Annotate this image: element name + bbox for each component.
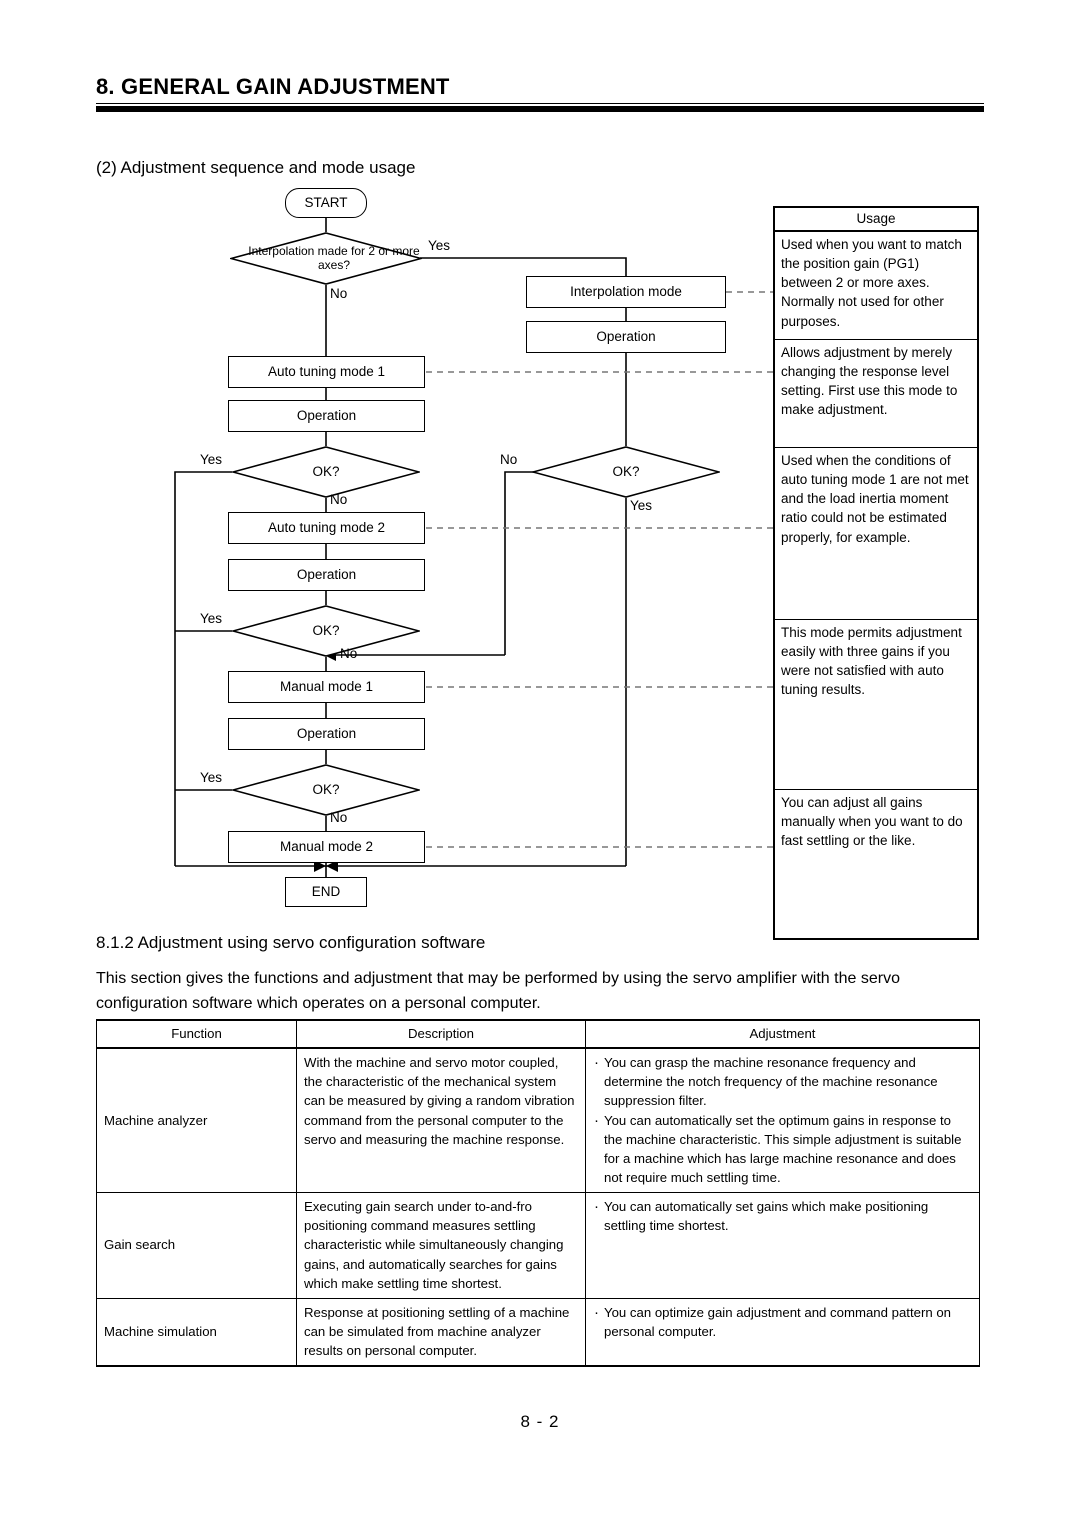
section-item-label: (2) Adjustment sequence and mode usage — [96, 158, 416, 177]
flow-decision-interpolation-label: Interpolation made for 2 or more axes? — [248, 244, 420, 272]
flow-node-start-label: START — [304, 195, 348, 211]
flow-decision-ok-2-label: OK? — [312, 623, 340, 639]
flow-node-auto-tuning-mode-1-label: Auto tuning mode 1 — [267, 364, 386, 380]
table-header-row: Function Description Adjustment — [96, 1018, 980, 1050]
column-header-function: Function — [96, 1018, 297, 1050]
cell-function: Machine simulation — [96, 1297, 297, 1368]
edge-label-yes-ok1: Yes — [200, 452, 223, 467]
flow-node-end: END — [285, 877, 367, 907]
header-rule-thin — [96, 103, 984, 104]
header-rule-thick — [96, 106, 984, 112]
column-header-description: Description — [296, 1018, 586, 1050]
flow-node-operation-interpolation: Operation — [526, 321, 726, 353]
edge-label-no-ok3: No — [330, 810, 348, 825]
cell-adjustment: You can automatically set gains which ma… — [585, 1192, 980, 1299]
cell-description: Executing gain search under to-and-fro p… — [296, 1192, 586, 1299]
table-row: Machine analyzer With the machine and se… — [96, 1047, 980, 1194]
flow-node-interpolation-mode-label: Interpolation mode — [570, 284, 682, 300]
subsection-paragraph: This section gives the functions and adj… — [96, 970, 900, 1012]
flow-node-operation-1: Operation — [228, 400, 425, 432]
flow-decision-ok-interpolation-label: OK? — [612, 464, 640, 480]
adjustment-bullet: You can automatically set gains which ma… — [593, 1196, 972, 1235]
usage-table-cell: You can adjust all gains manually when y… — [781, 795, 963, 849]
flow-decision-ok-1-label: OK? — [312, 464, 340, 480]
flow-node-start: START — [285, 188, 367, 218]
adjustment-bullet: You can automatically set the optimum ga… — [593, 1110, 972, 1188]
cell-function: Gain search — [96, 1192, 297, 1299]
flow-node-interpolation-mode: Interpolation mode — [526, 276, 726, 308]
flow-decision-interpolation: Interpolation made for 2 or more axes? — [230, 232, 422, 285]
flow-node-auto-tuning-mode-2-label: Auto tuning mode 2 — [267, 520, 386, 536]
flow-node-operation-label: Operation — [296, 408, 357, 424]
flow-decision-ok-3-label: OK? — [312, 782, 340, 798]
flow-node-operation-label: Operation — [596, 329, 656, 345]
cell-function: Machine analyzer — [96, 1047, 297, 1194]
edge-label-yes-ok3: Yes — [200, 770, 223, 785]
edge-label-no-interpolation: No — [330, 286, 348, 301]
document-page: 8. GENERAL GAIN ADJUSTMENT (2) Adjustmen… — [0, 0, 1080, 1528]
page-title: 8. GENERAL GAIN ADJUSTMENT — [96, 74, 450, 99]
cell-description: With the machine and servo motor coupled… — [296, 1047, 586, 1194]
cell-description: Response at positioning settling of a ma… — [296, 1297, 586, 1368]
flow-node-end-label: END — [311, 884, 341, 900]
usage-table: Usage Used when you want to match the po… — [773, 206, 979, 940]
flow-node-auto-tuning-mode-1: Auto tuning mode 1 — [228, 356, 425, 388]
page-footer: 8 - 2 — [520, 1412, 560, 1431]
usage-table-cell: Used when you want to match the position… — [775, 232, 977, 340]
adjustment-bullet: You can optimize gain adjustment and com… — [593, 1302, 972, 1341]
edge-label-yes-ok2: Yes — [200, 611, 223, 626]
flow-node-manual-mode-1-label: Manual mode 1 — [279, 679, 374, 695]
function-table: Function Description Adjustment Machine … — [96, 1018, 980, 1368]
usage-table-cell: Allows adjustment by merely changing the… — [775, 340, 977, 448]
flow-node-auto-tuning-mode-2: Auto tuning mode 2 — [228, 512, 425, 544]
table-row: Machine simulation Response at positioni… — [96, 1297, 980, 1368]
flow-decision-ok-1: OK? — [232, 446, 420, 498]
usage-table-header: Usage — [775, 208, 977, 232]
edge-label-yes-ok-interpolation: Yes — [630, 498, 653, 513]
cell-adjustment: You can optimize gain adjustment and com… — [585, 1297, 980, 1368]
edge-label-no-ok-interpolation: No — [500, 452, 518, 467]
flow-decision-ok-3: OK? — [232, 764, 420, 816]
table-row: Gain search Executing gain search under … — [96, 1192, 980, 1299]
subsection-heading: 8.1.2 Adjustment using servo configurati… — [96, 933, 486, 952]
edge-label-yes-interpolation: Yes — [428, 238, 451, 253]
flow-node-operation-label: Operation — [296, 726, 357, 742]
flow-node-operation-3: Operation — [228, 718, 425, 750]
edge-label-no-ok2: No — [340, 646, 358, 661]
flow-decision-ok-interpolation: OK? — [532, 446, 720, 498]
flow-node-manual-mode-2: Manual mode 2 — [228, 831, 425, 863]
column-header-adjustment: Adjustment — [585, 1018, 980, 1050]
usage-table-cell: Used when the conditions of auto tuning … — [775, 448, 977, 620]
flow-node-operation-label: Operation — [296, 567, 357, 583]
flow-node-operation-2: Operation — [228, 559, 425, 591]
usage-table-cell: This mode permits adjustment easily with… — [775, 620, 977, 790]
cell-adjustment: You can grasp the machine resonance freq… — [585, 1047, 980, 1194]
edge-label-no-ok1: No — [330, 492, 348, 507]
flow-node-manual-mode-1: Manual mode 1 — [228, 671, 425, 703]
adjustment-bullet: You can grasp the machine resonance freq… — [593, 1052, 972, 1110]
flow-decision-ok-2: OK? — [232, 605, 420, 657]
flow-node-manual-mode-2-label: Manual mode 2 — [279, 839, 374, 855]
